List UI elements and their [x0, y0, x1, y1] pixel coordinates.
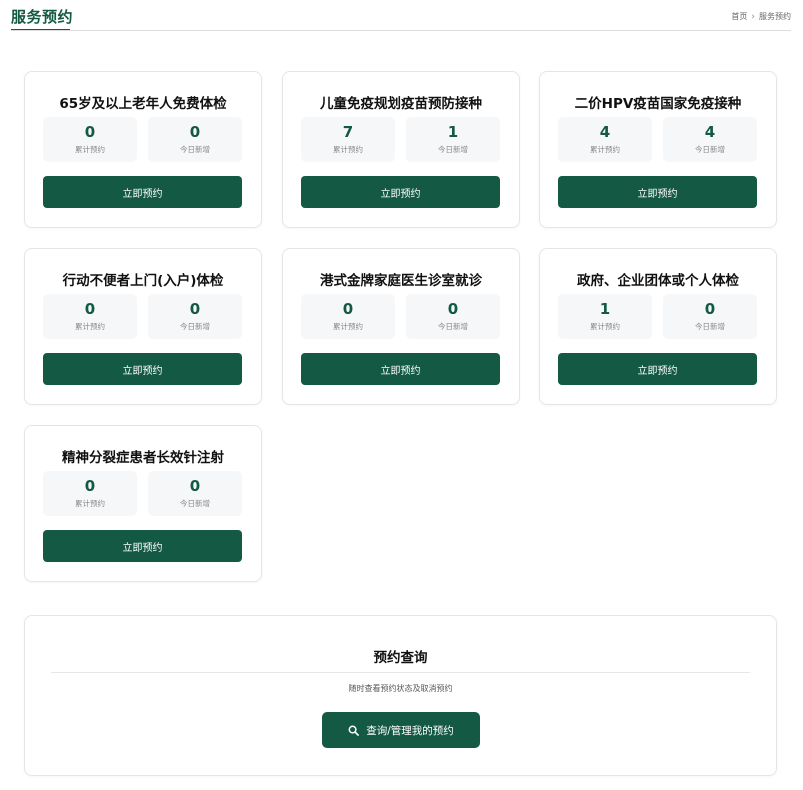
service-card: 精神分裂症患者长效针注射 0 累计预约 0 今日新增 立即预约: [24, 425, 262, 582]
service-title: 政府、企业团体或个人体检: [577, 273, 739, 289]
breadcrumb-home-link[interactable]: 首页: [731, 11, 747, 22]
stat-total-value: 4: [599, 123, 611, 141]
stat-today-value: 0: [189, 300, 201, 318]
service-title: 行动不便者上门(入户)体检: [62, 273, 224, 289]
stat-today-label: 今日新增: [695, 145, 725, 154]
service-title: 儿童免疫规划疫苗预防接种: [320, 96, 482, 112]
stat-total-value: 0: [84, 477, 96, 495]
stat-today-label: 今日新增: [180, 145, 210, 154]
query-subtitle: 随时查看预约状态及取消预约: [348, 684, 453, 693]
stat-today-label: 今日新增: [695, 322, 725, 331]
book-now-button[interactable]: 立即预约: [301, 176, 500, 208]
service-title: 港式金牌家庭医生诊室就诊: [320, 273, 482, 289]
stat-total: 0 累计预约: [43, 117, 137, 162]
stat-total: 4 累计预约: [558, 117, 652, 162]
stat-today: 0 今日新增: [148, 117, 242, 162]
stat-today: 0 今日新增: [406, 294, 500, 339]
service-card: 65岁及以上老年人免费体检 0 累计预约 0 今日新增 立即预约: [24, 71, 262, 228]
stat-today: 0 今日新增: [663, 294, 757, 339]
service-card: 港式金牌家庭医生诊室就诊 0 累计预约 0 今日新增 立即预约: [282, 248, 520, 405]
stat-total-value: 0: [84, 300, 96, 318]
stat-total-label: 累计预约: [75, 499, 105, 508]
service-card: 二价HPV疫苗国家免疫接种 4 累计预约 4 今日新增 立即预约: [539, 71, 777, 228]
page-title: 服务预约: [11, 8, 74, 26]
book-now-button[interactable]: 立即预约: [43, 530, 242, 562]
book-now-button[interactable]: 立即预约: [43, 353, 242, 385]
stat-total-label: 累计预约: [333, 145, 363, 154]
breadcrumb-current: 服务预约: [759, 12, 791, 21]
stat-today-value: 0: [189, 123, 201, 141]
stat-today-value: 0: [704, 300, 716, 318]
stat-today: 4 今日新增: [663, 117, 757, 162]
stat-today: 0 今日新增: [148, 471, 242, 516]
stat-today-label: 今日新增: [438, 145, 468, 154]
service-card: 政府、企业团体或个人体检 1 累计预约 0 今日新增 立即预约: [539, 248, 777, 405]
stat-total: 7 累计预约: [301, 117, 395, 162]
stat-total-label: 累计预约: [333, 322, 363, 331]
service-title: 二价HPV疫苗国家免疫接种: [574, 96, 742, 112]
stat-total-label: 累计预约: [75, 322, 105, 331]
stat-today-value: 0: [447, 300, 459, 318]
service-title: 精神分裂症患者长效针注射: [62, 450, 224, 466]
book-now-button[interactable]: 立即预约: [43, 176, 242, 208]
service-card: 行动不便者上门(入户)体检 0 累计预约 0 今日新增 立即预约: [24, 248, 262, 405]
stat-total-value: 7: [342, 123, 354, 141]
stat-total-label: 累计预约: [590, 322, 620, 331]
stat-total: 0 累计预约: [301, 294, 395, 339]
stat-total: 1 累计预约: [558, 294, 652, 339]
breadcrumb: 首页 › 服务预约: [731, 11, 791, 22]
stat-today-label: 今日新增: [180, 322, 210, 331]
book-now-button[interactable]: 立即预约: [558, 176, 757, 208]
stat-today: 1 今日新增: [406, 117, 500, 162]
stat-today-value: 0: [189, 477, 201, 495]
booking-query-panel: 预约查询 随时查看预约状态及取消预约 查询/管理我的预约: [24, 615, 777, 776]
stat-total-value: 0: [342, 300, 354, 318]
stat-total-label: 累计预约: [590, 145, 620, 154]
query-title: 预约查询: [373, 650, 428, 666]
stat-today: 0 今日新增: [148, 294, 242, 339]
service-title: 65岁及以上老年人免费体检: [59, 96, 227, 112]
stat-today-value: 4: [704, 123, 716, 141]
book-now-button[interactable]: 立即预约: [558, 353, 757, 385]
search-icon: [348, 725, 360, 736]
stat-total-value: 1: [599, 300, 611, 318]
chevron-right-icon: ›: [751, 11, 755, 22]
manage-bookings-label: 查询/管理我的预约: [366, 724, 454, 737]
stat-today-label: 今日新增: [180, 499, 210, 508]
service-card: 儿童免疫规划疫苗预防接种 7 累计预约 1 今日新增 立即预约: [282, 71, 520, 228]
stat-today-value: 1: [447, 123, 459, 141]
header-divider: [11, 30, 791, 31]
manage-bookings-button[interactable]: 查询/管理我的预约: [322, 712, 480, 748]
stat-total: 0 累计预约: [43, 471, 137, 516]
stat-total-value: 0: [84, 123, 96, 141]
stat-total-label: 累计预约: [75, 145, 105, 154]
stat-total: 0 累计预约: [43, 294, 137, 339]
page-header: 服务预约 首页 › 服务预约: [0, 0, 803, 32]
query-divider: [51, 672, 750, 673]
book-now-button[interactable]: 立即预约: [301, 353, 500, 385]
stat-today-label: 今日新增: [438, 322, 468, 331]
